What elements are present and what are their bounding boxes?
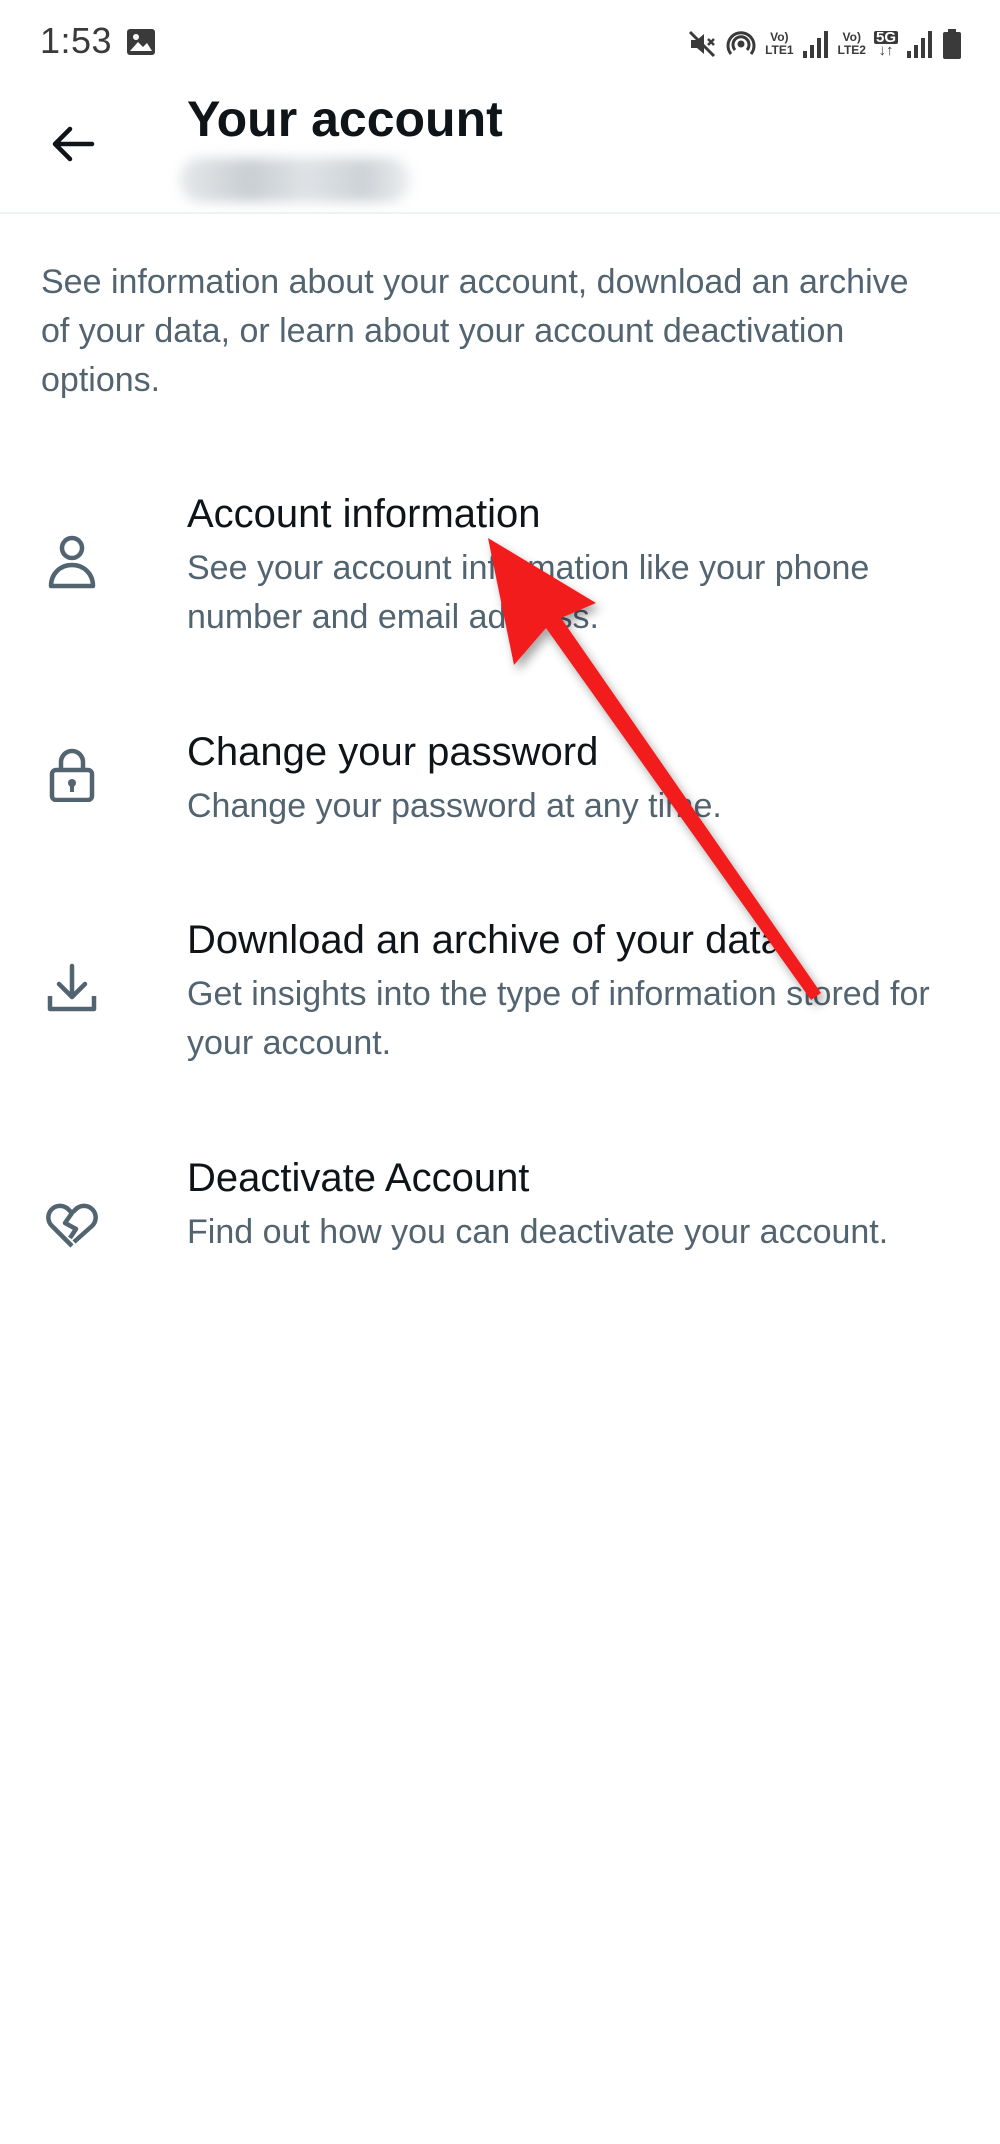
item-title: Account information: [187, 492, 541, 536]
arrow-left-icon: [52, 126, 95, 162]
intro-text: See information about your account, down…: [41, 263, 909, 399]
status-time: 1:53: [40, 20, 113, 61]
item-title: Download an archive of your data: [187, 918, 783, 962]
header: Your account: [0, 90, 1000, 214]
back-button[interactable]: [40, 112, 104, 176]
item-description: Get insights into the type of informatio…: [187, 975, 930, 1062]
hotspot-icon: [726, 31, 756, 55]
gallery-icon: [127, 29, 155, 55]
account-handle-blurred: [180, 158, 410, 202]
item-description: See your account information like your p…: [187, 549, 870, 636]
item-title: Change your password: [187, 730, 599, 774]
account-information-item[interactable]: Account information See your account inf…: [0, 492, 1000, 682]
deactivate-account-item[interactable]: Deactivate Account Find out how you can …: [0, 1156, 1000, 1346]
broken-heart-icon: [44, 1196, 100, 1252]
mute-icon: [689, 30, 716, 58]
item-description: Change your password at any time.: [187, 787, 722, 825]
status-icons: Vo) LTE1 Vo) LTE2 5G ↓↑: [687, 24, 962, 64]
item-title: Deactivate Account: [187, 1156, 530, 1200]
person-icon: [44, 534, 100, 590]
lock-icon: [44, 747, 100, 803]
signal-icon: [907, 31, 932, 58]
battery-icon: [943, 29, 961, 59]
5g-icon: 5G ↓↑: [873, 29, 898, 59]
volte-lte1-icon: Vo) LTE1: [765, 30, 794, 57]
item-description: Find out how you can deactivate your acc…: [187, 1213, 889, 1251]
download-archive-item[interactable]: Download an archive of your data Get ins…: [0, 918, 1000, 1108]
page-title: Your account: [187, 91, 503, 147]
status-bar: 1:53 Vo) LTE1 Vo) LTE2 5G ↓↑: [0, 0, 1000, 90]
download-icon: [44, 960, 100, 1016]
volte-lte2-icon: Vo) LTE2: [837, 30, 866, 57]
change-password-item[interactable]: Change your password Change your passwor…: [0, 730, 1000, 870]
signal-icon: [802, 31, 828, 58]
